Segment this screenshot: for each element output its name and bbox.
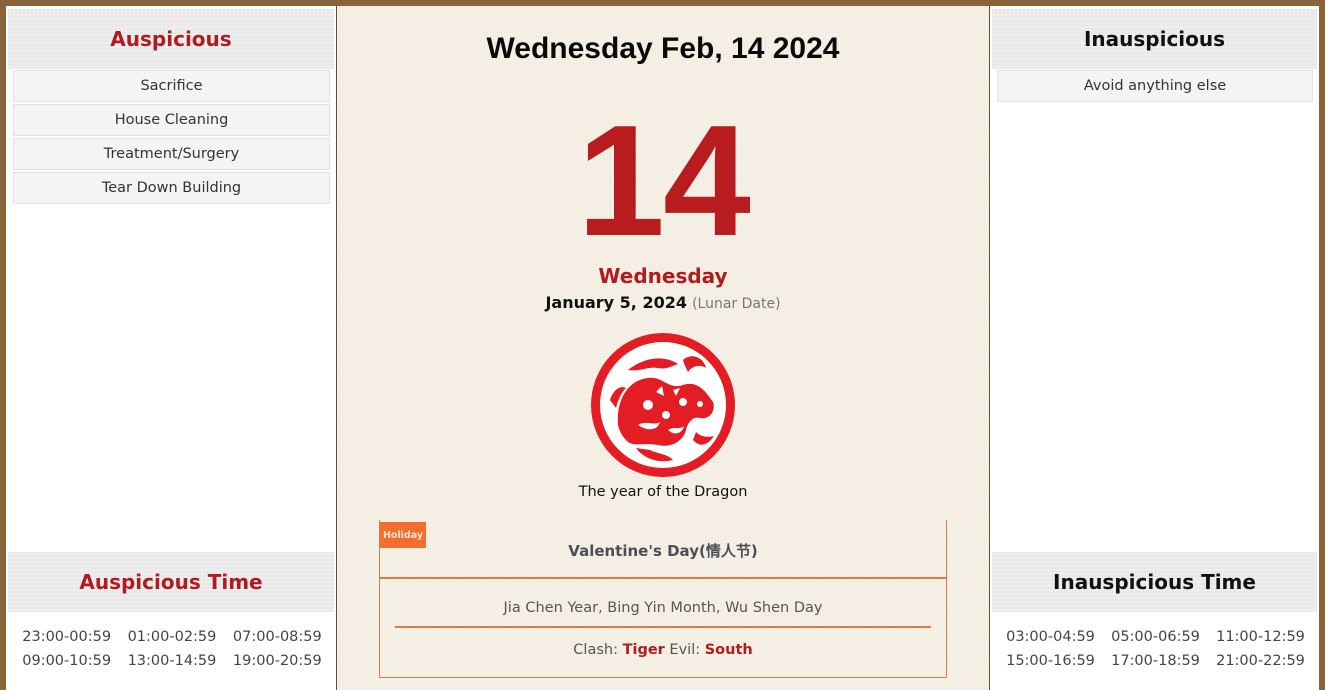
auspicious-item: House Cleaning: [13, 104, 330, 136]
calendar-page: Auspicious Sacrifice House Cleaning Trea…: [6, 6, 1319, 690]
inauspicious-item: Avoid anything else: [997, 70, 1313, 102]
auspicious-item: Treatment/Surgery: [13, 138, 330, 170]
lunar-date-note: (Lunar Date): [692, 296, 781, 312]
time-slot: 09:00-10:59: [22, 653, 112, 669]
auspicious-item: Tear Down Building: [13, 172, 330, 204]
auspicious-panel: Auspicious Sacrifice House Cleaning Trea…: [6, 6, 336, 690]
time-slot: 11:00-12:59: [1216, 629, 1305, 645]
time-slot: 15:00-16:59: [1006, 653, 1095, 669]
page-title: Wednesday Feb, 14 2024: [486, 32, 840, 65]
time-slot: 19:00-20:59: [232, 653, 322, 669]
time-slot: 23:00-00:59: [22, 629, 112, 645]
time-slot: 05:00-06:59: [1111, 629, 1200, 645]
auspicious-time-list: 23:00-00:59 01:00-02:59 07:00-08:59 09:0…: [6, 629, 336, 669]
clash-value: Tiger: [622, 642, 665, 658]
time-slot: 17:00-18:59: [1111, 653, 1200, 669]
auspicious-list: Sacrifice House Cleaning Treatment/Surge…: [13, 70, 330, 206]
evil-label: Evil:: [669, 642, 701, 658]
clash-label: Clash:: [573, 642, 618, 658]
auspicious-heading: Auspicious: [8, 9, 334, 69]
divider: [379, 577, 947, 579]
auspicious-item: Sacrifice: [13, 70, 330, 102]
clash-evil-line: Clash: Tiger Evil: South: [380, 642, 946, 658]
day-card: Wednesday Feb, 14 2024 14 Wednesday Janu…: [336, 6, 990, 690]
day-details-box: Holiday Valentine's Day(情人节) Jia Chen Ye…: [379, 520, 947, 678]
auspicious-time-heading: Auspicious Time: [8, 552, 334, 612]
time-slot: 07:00-08:59: [232, 629, 322, 645]
inauspicious-time-heading: Inauspicious Time: [992, 552, 1317, 612]
evil-value: South: [704, 642, 753, 658]
weekday-label: Wednesday: [598, 264, 728, 288]
time-slot: 21:00-22:59: [1216, 653, 1305, 669]
inauspicious-panel: Inauspicious Avoid anything else Inauspi…: [990, 6, 1319, 690]
divider: [395, 626, 931, 628]
day-number: 14: [577, 93, 751, 269]
inauspicious-heading: Inauspicious: [992, 9, 1317, 69]
dragon-papercut-icon: [588, 330, 738, 480]
lunar-date-value: January 5, 2024: [545, 293, 687, 312]
lunar-date: January 5, 2024 (Lunar Date): [337, 293, 989, 312]
zodiac-caption: The year of the Dragon: [578, 484, 748, 500]
inauspicious-time-list: 03:00-04:59 05:00-06:59 11:00-12:59 15:0…: [990, 629, 1319, 669]
ganzhi-text: Jia Chen Year, Bing Yin Month, Wu Shen D…: [503, 600, 823, 616]
time-slot: 13:00-14:59: [127, 653, 217, 669]
time-slot: 03:00-04:59: [1006, 629, 1095, 645]
inauspicious-list: Avoid anything else: [997, 70, 1313, 104]
time-slot: 01:00-02:59: [127, 629, 217, 645]
holiday-name: Valentine's Day(情人节): [568, 542, 758, 560]
